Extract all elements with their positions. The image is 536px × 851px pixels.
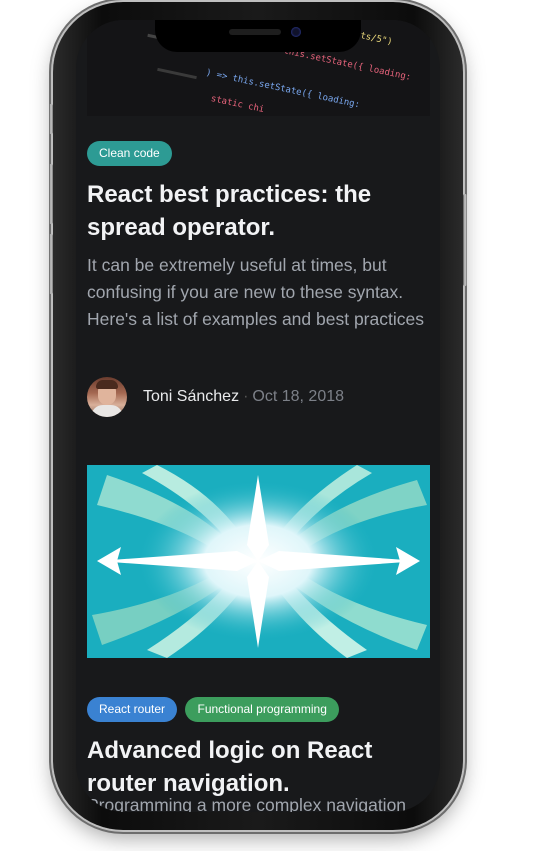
- author-name[interactable]: Toni Sánchez: [143, 388, 239, 406]
- avatar-shirt: [91, 405, 123, 417]
- code-line: static chi: [209, 94, 266, 116]
- avatar-hair: [96, 380, 118, 389]
- phone-screen[interactable]: pi/planets/5") error => this.setState({ …: [76, 20, 440, 812]
- author-avatar[interactable]: [87, 377, 127, 417]
- tag-functional-programming[interactable]: Functional programming: [185, 697, 339, 722]
- phone-frame: pi/planets/5") error => this.setState({ …: [49, 2, 467, 830]
- power-button: [463, 194, 467, 286]
- article-title[interactable]: Advanced logic on React router navigatio…: [87, 734, 430, 800]
- volume-up-button: [49, 164, 53, 224]
- code-gutter-line: [157, 67, 197, 80]
- arrows-illustration: [87, 465, 430, 658]
- publish-date: Oct 18, 2018: [252, 388, 345, 405]
- article-excerpt: Programming a more complex navigation: [87, 795, 407, 812]
- mute-switch: [49, 104, 53, 134]
- author-row: Toni Sánchez · Oct 18, 2018: [87, 377, 430, 417]
- camera-icon: [291, 27, 301, 37]
- tag-react-router[interactable]: React router: [87, 697, 178, 722]
- tag-clean-code[interactable]: Clean code: [87, 141, 172, 166]
- article-cover-arrows-image[interactable]: [87, 465, 430, 658]
- speaker-grille: [229, 29, 281, 35]
- article-tags: React router Functional programming: [87, 697, 343, 722]
- article-excerpt: It can be extremely useful at times, but…: [87, 255, 424, 329]
- article-tags: Clean code: [87, 141, 176, 166]
- meta-separator: ·: [243, 388, 249, 405]
- notch: [155, 20, 361, 52]
- volume-down-button: [49, 234, 53, 294]
- article-title[interactable]: React best practices: the spread operato…: [87, 178, 430, 244]
